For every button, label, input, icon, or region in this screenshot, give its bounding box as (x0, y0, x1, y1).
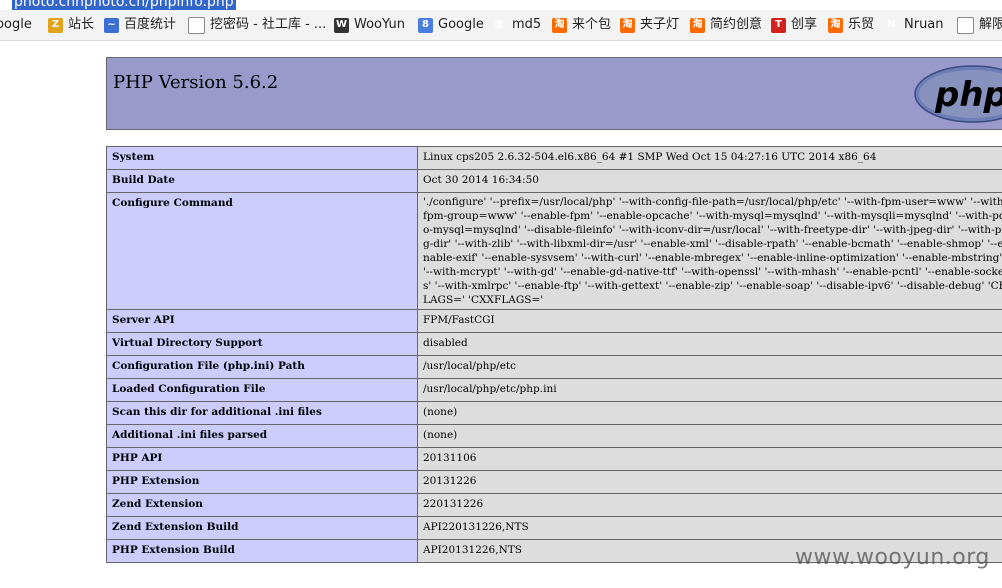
bookmark-label: Google (0, 17, 32, 32)
php-logo-icon[interactable]: php (913, 64, 1002, 124)
bookmark-label: Nruan (904, 17, 944, 32)
row-value: /usr/local/php/etc (417, 355, 1002, 379)
bookmark-shegongku[interactable]: 挖密码 - 社工库 - ... (188, 10, 326, 40)
bookmark-wooyun[interactable]: W WooYun (334, 10, 405, 40)
bookmark-lemao[interactable]: 淘 乐贸 (828, 10, 874, 40)
row-value: disabled (417, 332, 1002, 356)
row-key: Configuration File (php.ini) Path (106, 355, 418, 379)
bookmarks-bar: Google Z 站长 ~ 百度统计 挖密码 - 社工库 - ... W Woo… (0, 10, 1002, 41)
php-logo-text: php (934, 75, 1002, 115)
row-key: System (106, 146, 418, 170)
bookmark-label: WooYun (354, 17, 405, 32)
bookmark-label: 解限 (979, 17, 1002, 32)
bookmark-label: 创享 (791, 17, 818, 32)
bookmark-chuangxiang[interactable]: T 创享 (771, 10, 817, 40)
row-value: (none) (417, 424, 1002, 448)
table-row: Zend Extension Build API220131226,NTS (106, 516, 1002, 540)
page-icon (957, 16, 974, 34)
row-value: Oct 30 2014 16:34:50 (417, 169, 1002, 193)
taobao-icon: 淘 (552, 17, 567, 33)
php-version-header: PHP Version 5.6.2 php (106, 57, 1002, 130)
bookmark-label: 乐贸 (848, 17, 875, 32)
bookmark-jiexian[interactable]: 解限 (957, 10, 1002, 40)
bookmark-md5[interactable]: ▦ md5 (492, 10, 541, 40)
row-key: Loaded Configuration File (106, 378, 418, 402)
t-icon: T (771, 17, 786, 33)
address-bar[interactable]: photo.chnphoto.cn/phpinfo.php (0, 0, 1002, 10)
row-key: Zend Extension Build (106, 516, 418, 540)
table-row: System Linux cps205 2.6.32-504.el6.x86_6… (106, 146, 1002, 170)
table-row: Configuration File (php.ini) Path /usr/l… (106, 355, 1002, 379)
bookmark-google-2[interactable]: 8 Google (418, 10, 484, 40)
row-value: (none) (417, 401, 1002, 425)
page-title: PHP Version 5.6.2 (113, 72, 279, 93)
row-key: Zend Extension (106, 493, 418, 517)
taobao-icon: 淘 (828, 17, 843, 33)
row-value: /usr/local/php/etc/php.ini (417, 378, 1002, 402)
row-value: FPM/FastCGI (417, 309, 1002, 333)
table-row: PHP API 20131106 (106, 447, 1002, 471)
address-bar-url[interactable]: photo.chnphoto.cn/phpinfo.php (12, 0, 236, 10)
table-row: PHP Extension 20131226 (106, 470, 1002, 494)
row-value-configure-command: './configure' '--prefix=/usr/local/php' … (417, 192, 1002, 310)
table-row: Scan this dir for additional .ini files … (106, 401, 1002, 425)
table-row: Virtual Directory Support disabled (106, 332, 1002, 356)
grid-icon: ▦ (494, 19, 505, 30)
row-key: PHP Extension (106, 470, 418, 494)
watermark: www.wooyun.org (795, 545, 990, 570)
bookmark-label: md5 (512, 17, 542, 32)
row-key: Server API (106, 309, 418, 333)
row-value: 220131226 (417, 493, 1002, 517)
bookmark-jianyue[interactable]: 淘 简约创意 (690, 10, 762, 40)
bookmark-label: 挖密码 - 社工库 - ... (210, 17, 327, 32)
table-row: Configure Command './configure' '--prefi… (106, 192, 1002, 310)
bookmark-nruan[interactable]: N Nruan (884, 10, 944, 40)
row-key: Build Date (106, 169, 418, 193)
row-value: API220131226,NTS (417, 516, 1002, 540)
bookmark-webmaster[interactable]: Z 站长 (48, 10, 94, 40)
table-row: Loaded Configuration File /usr/local/php… (106, 378, 1002, 402)
bookmark-label: 夹子灯 (640, 17, 680, 32)
google-icon: 8 (418, 17, 433, 33)
table-row: Build Date Oct 30 2014 16:34:50 (106, 169, 1002, 193)
bookmark-google-1[interactable]: Google (0, 10, 32, 40)
row-key: PHP Extension Build (106, 539, 418, 563)
row-value: 20131226 (417, 470, 1002, 494)
taobao-icon: 淘 (620, 17, 635, 33)
bookmark-label: 来个包 (572, 17, 612, 32)
taobao-icon: 淘 (690, 17, 705, 33)
row-value: Linux cps205 2.6.32-504.el6.x86_64 #1 SM… (417, 146, 1002, 170)
page-icon (188, 16, 205, 34)
table-row: Server API FPM/FastCGI (106, 309, 1002, 333)
row-key: PHP API (106, 447, 418, 471)
bookmark-laigebao[interactable]: 淘 来个包 (552, 10, 611, 40)
bookmark-jiazideng[interactable]: 淘 夹子灯 (620, 10, 679, 40)
table-row: Additional .ini files parsed (none) (106, 424, 1002, 448)
bookmark-label: 站长 (68, 17, 95, 32)
row-key: Virtual Directory Support (106, 332, 418, 356)
n-icon: N (887, 19, 896, 30)
webmaster-icon: Z (48, 17, 63, 33)
table-row: Zend Extension 220131226 (106, 493, 1002, 517)
bookmark-baidu-tongji[interactable]: ~ 百度统计 (104, 10, 176, 40)
row-key: Additional .ini files parsed (106, 424, 418, 448)
chart-icon: ~ (104, 17, 119, 33)
bookmark-label: 简约创意 (710, 17, 763, 32)
row-key: Configure Command (106, 192, 418, 310)
phpinfo-table: System Linux cps205 2.6.32-504.el6.x86_6… (106, 146, 1002, 563)
bookmark-label: 百度统计 (124, 17, 177, 32)
wooyun-icon: W (334, 17, 349, 33)
bookmark-label: Google (438, 17, 484, 32)
row-value: 20131106 (417, 447, 1002, 471)
row-key: Scan this dir for additional .ini files (106, 401, 418, 425)
